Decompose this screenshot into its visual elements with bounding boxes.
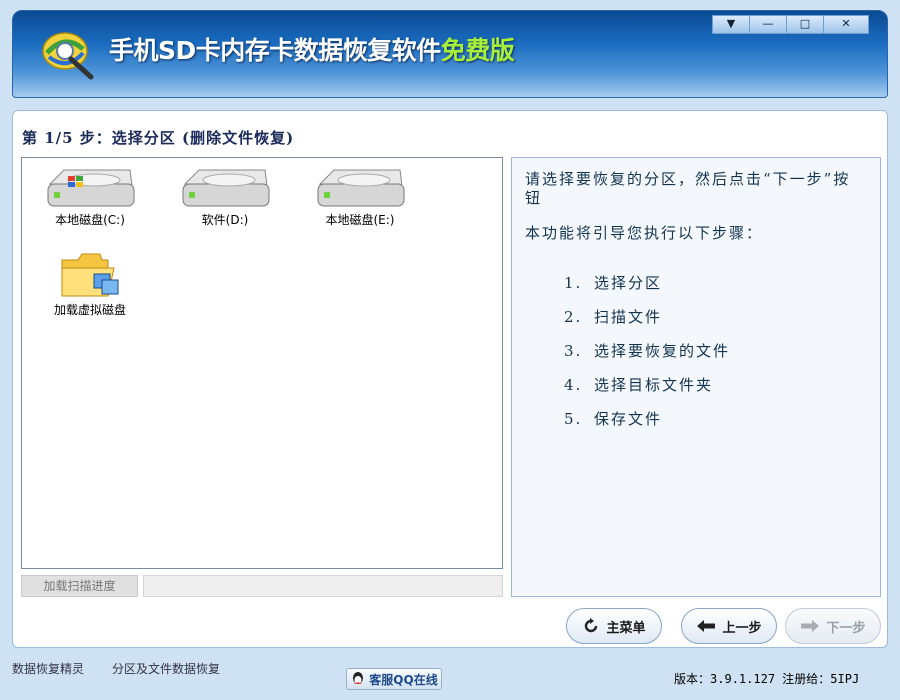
drive-label: 本地磁盘(E:) <box>325 213 395 227</box>
list-item: 3. 选择要恢复的文件 <box>564 342 731 360</box>
window-controls: ▼ — □ ✕ <box>712 15 869 34</box>
drive-d[interactable]: 软件(D:) <box>165 166 285 228</box>
main-panel: 第 1/5 步：选择分区 (删除文件恢复) 本地磁盘(C:) 软件(D:) 本地… <box>12 110 888 648</box>
windows-drive-icon <box>47 169 135 207</box>
step-title: 第 1/5 步：选择分区 (删除文件恢复) <box>22 129 295 147</box>
next-button[interactable]: 下一步 <box>785 608 881 644</box>
refresh-icon <box>582 617 600 635</box>
minimize-button[interactable]: — <box>749 15 787 34</box>
list-item: 1. 选择分区 <box>564 274 663 292</box>
list-item: 4. 选择目标文件夹 <box>564 376 714 394</box>
version-info: 版本：3.9.1.127 注册给：5IPJ <box>674 672 860 686</box>
main-menu-label: 主菜单 <box>606 620 646 636</box>
arrow-right-icon <box>800 619 820 633</box>
maximize-button[interactable]: □ <box>786 15 824 34</box>
qq-icon <box>350 671 366 687</box>
title-bar: 手机SD卡内存卡数据恢复软件免费版 ▼ — □ ✕ <box>12 10 888 98</box>
status-link-app[interactable]: 数据恢复精灵 <box>12 660 84 677</box>
drive-e[interactable]: 本地磁盘(E:) <box>300 166 420 228</box>
instructions-panel: 请选择要恢复的分区，然后点击“下一步”按钮 本功能将引导您执行以下步骤： 1. 选… <box>511 157 881 597</box>
folder-icon <box>61 253 119 297</box>
close-button[interactable]: ✕ <box>823 15 869 34</box>
status-link-partition[interactable]: 分区及文件数据恢复 <box>112 660 220 677</box>
steps-list: 1. 选择分区 2. 扫描文件 3. 选择要恢复的文件 4. 选择目标文件夹 5. 保存文… <box>564 272 730 442</box>
progress-bar <box>143 575 503 597</box>
next-label: 下一步 <box>826 620 866 636</box>
hard-drive-icon <box>182 169 270 207</box>
prev-label: 上一步 <box>722 620 762 636</box>
qq-label: 客服QQ在线 <box>369 672 438 687</box>
list-item: 2. 扫描文件 <box>564 308 663 326</box>
prev-button[interactable]: 上一步 <box>681 608 777 644</box>
list-item: 5. 保存文件 <box>564 410 663 428</box>
app-logo-icon <box>42 32 94 80</box>
load-virtual-disk[interactable]: 加载虚拟磁盘 <box>30 250 150 318</box>
hard-drive-icon <box>317 169 405 207</box>
partition-list: 本地磁盘(C:) 软件(D:) 本地磁盘(E:) 加载虚拟磁盘 <box>21 157 503 569</box>
status-bar: 数据恢复精灵 分区及文件数据恢复 客服QQ在线 版本：3.9.1.127 注册给… <box>0 660 900 700</box>
arrow-left-icon <box>696 619 716 633</box>
load-scan-progress-button[interactable]: 加载扫描进度 <box>21 575 138 597</box>
menu-dropdown-button[interactable]: ▼ <box>712 15 750 34</box>
app-title: 手机SD卡内存卡数据恢复软件免费版 <box>109 31 515 67</box>
instruction-guide: 本功能将引导您执行以下步骤： <box>525 224 764 242</box>
instruction-intro: 请选择要恢复的分区，然后点击“下一步”按钮 <box>525 170 851 207</box>
app-title-free: 免费版 <box>440 36 515 65</box>
drive-c[interactable]: 本地磁盘(C:) <box>30 166 150 228</box>
drive-label: 本地磁盘(C:) <box>55 213 125 227</box>
main-menu-button[interactable]: 主菜单 <box>566 608 662 644</box>
drive-label: 加载虚拟磁盘 <box>53 303 126 317</box>
qq-support-button[interactable]: 客服QQ在线 <box>346 668 442 690</box>
drive-label: 软件(D:) <box>201 213 249 227</box>
app-title-main: 手机SD卡内存卡数据恢复软件 <box>109 36 441 65</box>
